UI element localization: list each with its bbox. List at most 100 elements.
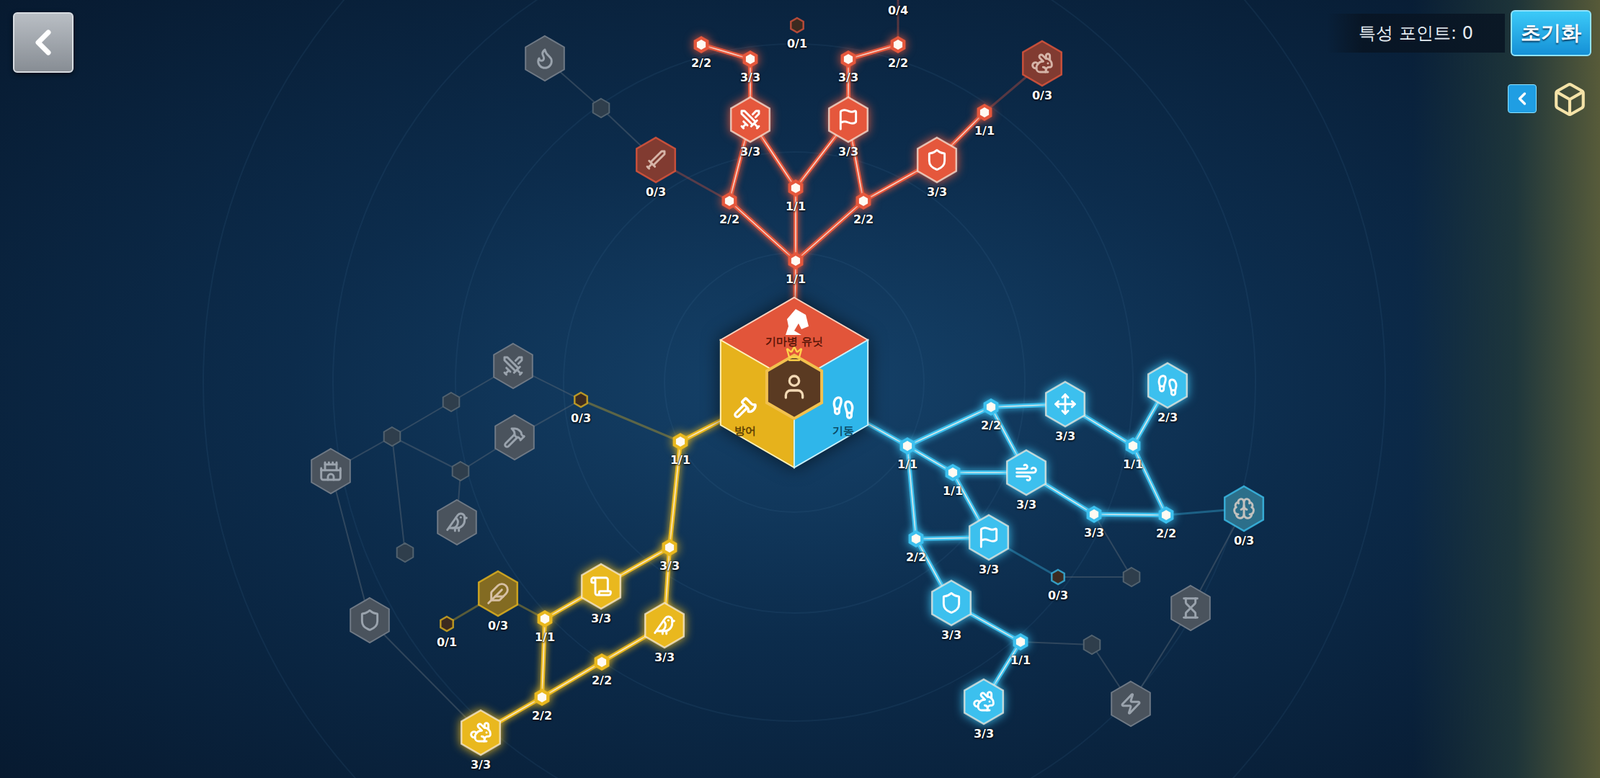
back-button[interactable] [12,12,74,73]
node-level: 3/3 [590,612,612,626]
node-level: 1/1 [1010,654,1031,668]
talent-node[interactable] [726,95,775,144]
node-level: 1/1 [1122,458,1144,472]
node-level: 2/2 [980,419,1002,433]
reset-button[interactable]: 초기화 [1510,10,1592,57]
talent-node[interactable] [456,709,505,757]
node-level: 2/2 [853,213,874,227]
node-level: 3/3 [1055,430,1076,444]
step-node[interactable] [690,33,713,56]
step-node[interactable] [896,435,919,457]
node-level: 0/3 [1032,89,1053,103]
step-node[interactable] [887,0,909,3]
talent-node[interactable] [640,601,689,650]
head-icon [1232,497,1256,521]
knight-icon [785,309,809,336]
swords-icon [501,354,525,378]
node-level: 0/3 [1047,589,1069,603]
step-node[interactable] [534,608,556,630]
node-level: 2/2 [531,709,553,723]
node-level: 3/3 [740,145,761,159]
node-level: 3/3 [838,71,859,85]
step-node[interactable] [1083,503,1105,526]
node-level: 3/3 [973,727,994,741]
step-node[interactable] [973,101,996,124]
talent-node[interactable] [474,570,522,618]
beast-icon [445,510,469,535]
node-level: 3/3 [1016,498,1037,512]
step-node[interactable] [570,389,592,411]
talent-node[interactable] [1107,680,1155,728]
step-node[interactable] [1122,435,1144,457]
step-node[interactable] [531,686,553,709]
step-node[interactable] [905,528,927,550]
step-node[interactable] [1120,566,1143,589]
step-node[interactable] [739,48,762,70]
step-node[interactable] [669,430,692,453]
step-node[interactable] [658,536,681,559]
step-node[interactable] [980,396,1002,419]
talent-node[interactable] [913,136,961,184]
preset-button[interactable] [1549,79,1590,120]
boot-icon [830,395,856,421]
eagle-icon [652,614,677,638]
shield-icon [939,591,963,615]
step-node[interactable] [837,48,860,70]
node-level: 3/3 [470,758,491,772]
step-node[interactable] [590,651,613,674]
step-node[interactable] [1081,634,1103,656]
sword-icon [644,148,668,172]
node-level: 1/1 [670,454,691,468]
talent-node[interactable] [1002,449,1051,497]
step-node[interactable] [1009,631,1032,653]
step-node[interactable] [887,33,909,56]
horse-icon [469,721,493,745]
step-node[interactable] [852,190,875,212]
collapse-arrow-icon [1512,88,1533,109]
talent-node[interactable] [490,413,539,462]
talent-node[interactable] [1018,39,1066,88]
talent-node[interactable] [577,562,625,611]
step-node[interactable] [786,14,808,37]
step-node[interactable] [381,425,403,448]
step-node[interactable] [784,177,807,199]
talent-node[interactable] [1041,380,1090,429]
step-node[interactable] [449,460,472,483]
talent-node[interactable] [632,136,680,184]
node-level: 0/1 [436,636,457,650]
step-node[interactable] [590,97,612,119]
talent-node[interactable] [1220,485,1268,533]
talent-node[interactable] [307,447,355,496]
defense-label: 방어 [734,423,757,440]
step-node[interactable] [394,541,416,564]
talent-node[interactable] [824,95,873,144]
node-level: 3/3 [941,629,962,643]
talent-node[interactable] [1166,584,1215,633]
swords-icon [738,108,762,132]
step-node[interactable] [436,613,458,635]
talent-node[interactable] [433,498,481,547]
horse-icon [972,690,996,714]
back-arrow-icon [23,22,64,63]
node-level: 0/1 [787,37,808,51]
talent-node[interactable] [960,678,1008,726]
talent-node[interactable] [345,596,394,645]
step-node[interactable] [784,250,807,272]
talent-node[interactable] [489,342,537,390]
talent-node[interactable] [965,513,1013,562]
node-level: 0/3 [487,619,509,633]
talent-node[interactable] [927,579,976,628]
talent-node[interactable] [521,34,569,83]
step-node[interactable] [941,461,964,484]
collapse-button[interactable] [1507,84,1537,114]
axe-icon [732,395,758,421]
node-level: 3/3 [659,560,680,573]
step-node[interactable] [718,190,741,212]
flame-icon [533,46,557,70]
horse-icon [1030,51,1054,75]
step-node[interactable] [440,391,462,413]
step-node[interactable] [1047,566,1069,589]
node-level: 2/2 [1156,527,1177,541]
talent-node[interactable] [1143,361,1192,410]
step-node[interactable] [1155,504,1177,527]
